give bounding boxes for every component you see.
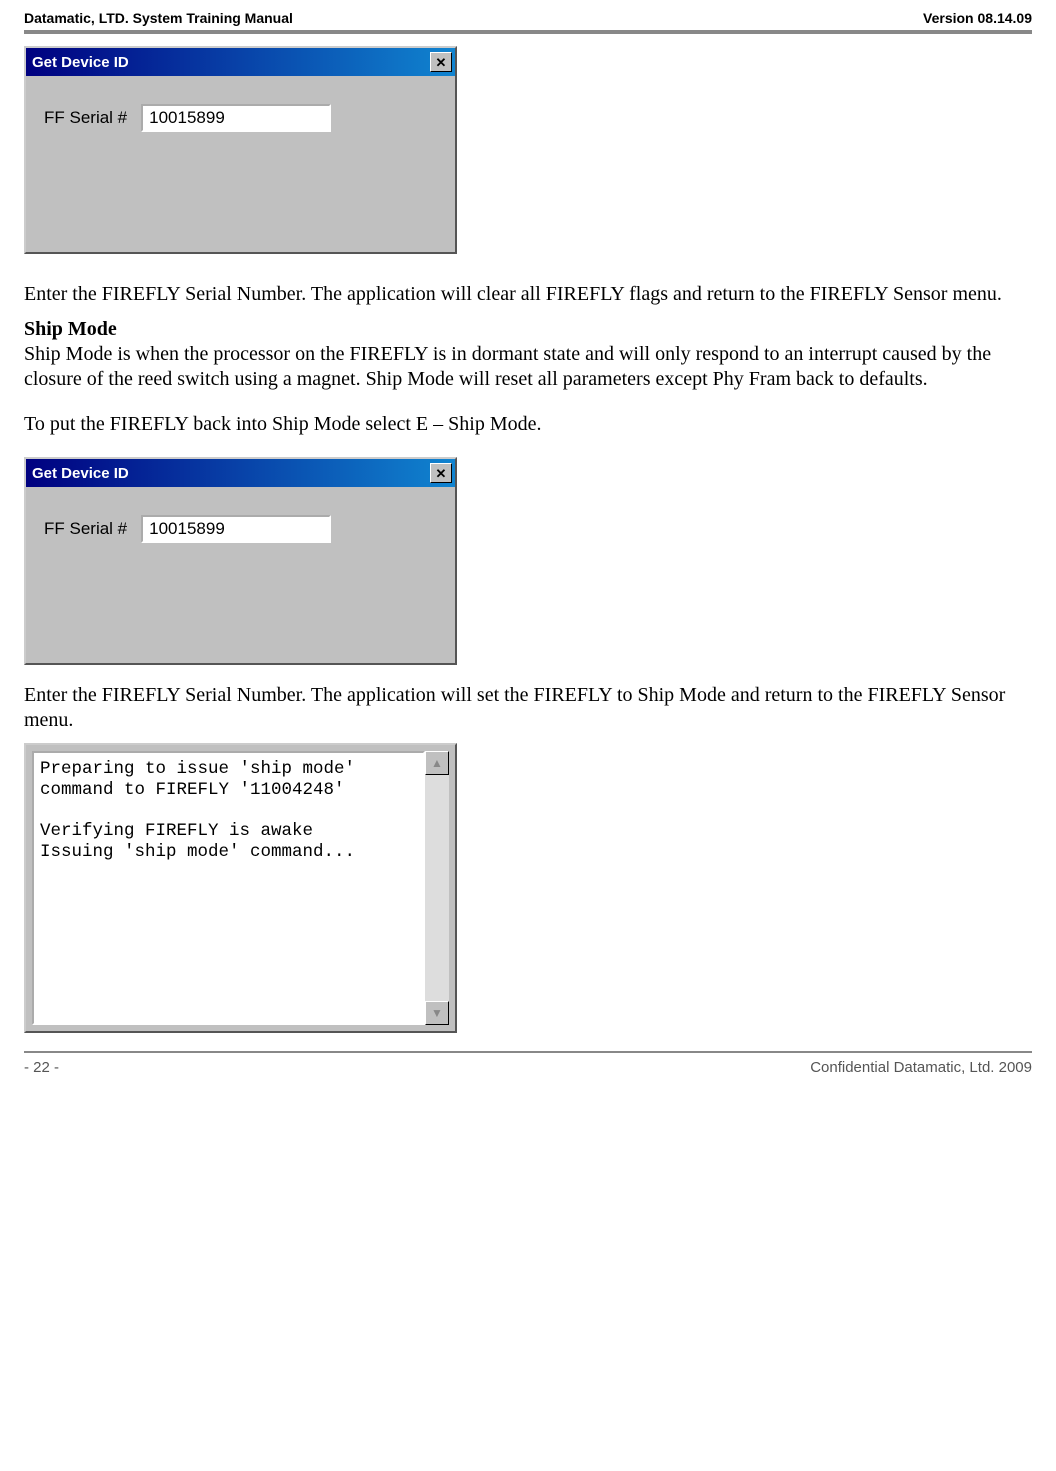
scrollbar[interactable]: ▲ ▼: [425, 751, 449, 1025]
dialog-titlebar[interactable]: Get Device ID ✕: [26, 48, 455, 76]
close-icon: ✕: [436, 56, 447, 69]
dialog-title: Get Device ID: [32, 465, 129, 482]
dialog-body: FF Serial #: [26, 487, 455, 663]
dialog-titlebar[interactable]: Get Device ID ✕: [26, 459, 455, 487]
console-window: Preparing to issue 'ship mode' command t…: [24, 743, 457, 1033]
paragraph: Enter the FIREFLY Serial Number. The app…: [24, 282, 1032, 307]
serial-input[interactable]: [141, 104, 331, 132]
serial-label: FF Serial #: [44, 519, 127, 539]
console-textarea[interactable]: Preparing to issue 'ship mode' command t…: [32, 751, 425, 1025]
chevron-up-icon: ▲: [431, 756, 443, 771]
scroll-down-button[interactable]: ▼: [425, 1001, 449, 1025]
dialog-body: FF Serial #: [26, 76, 455, 252]
page-header: Datamatic, LTD. System Training Manual V…: [24, 0, 1032, 30]
confidential-notice: Confidential Datamatic, Ltd. 2009: [810, 1059, 1032, 1076]
get-device-dialog-2: Get Device ID ✕ FF Serial #: [24, 457, 457, 665]
close-icon: ✕: [436, 467, 447, 480]
page-number: - 22 -: [24, 1059, 59, 1076]
paragraph: Ship Mode Ship Mode is when the processo…: [24, 317, 1032, 392]
ship-mode-heading: Ship Mode: [24, 318, 117, 340]
serial-label: FF Serial #: [44, 108, 127, 128]
scroll-up-button[interactable]: ▲: [425, 751, 449, 775]
close-button[interactable]: ✕: [430, 52, 452, 72]
paragraph: Enter the FIREFLY Serial Number. The app…: [24, 683, 1032, 733]
header-right: Version 08.14.09: [923, 10, 1032, 26]
header-left: Datamatic, LTD. System Training Manual: [24, 10, 293, 26]
page-footer: - 22 - Confidential Datamatic, Ltd. 2009: [24, 1059, 1032, 1096]
header-rule: [24, 30, 1032, 34]
get-device-dialog-1: Get Device ID ✕ FF Serial #: [24, 46, 457, 254]
chevron-down-icon: ▼: [431, 1006, 443, 1021]
close-button[interactable]: ✕: [430, 463, 452, 483]
paragraph-text: Ship Mode is when the processor on the F…: [24, 343, 991, 390]
footer-rule: [24, 1051, 1032, 1053]
serial-input[interactable]: [141, 515, 331, 543]
paragraph: To put the FIREFLY back into Ship Mode s…: [24, 412, 1032, 437]
dialog-title: Get Device ID: [32, 54, 129, 71]
